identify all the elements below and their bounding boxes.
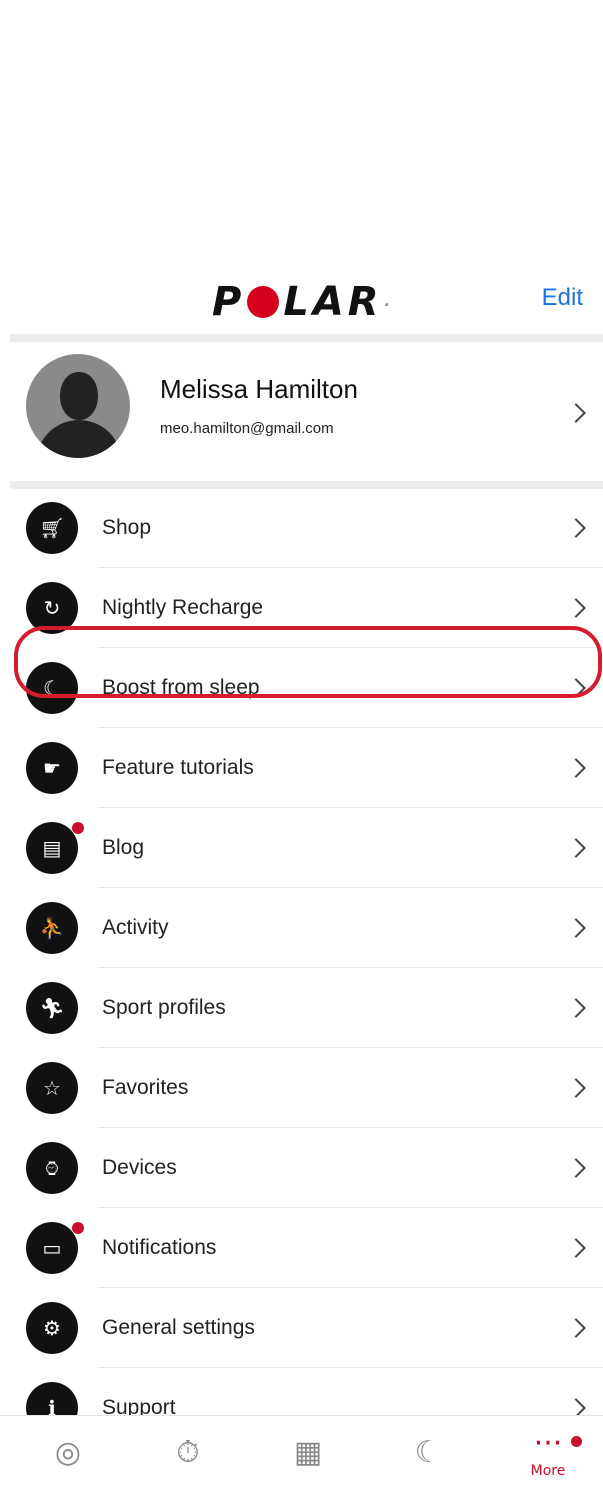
notification-icon: ▭ <box>26 1222 78 1274</box>
chevron-right-icon <box>566 1318 586 1338</box>
menu-item-general-settings[interactable]: ⚙ General settings <box>0 1288 603 1368</box>
profile-email: meo.hamilton@gmail.com <box>160 420 334 437</box>
chevron-right-icon <box>566 1238 586 1258</box>
gear-icon: ⚙ <box>26 1302 78 1354</box>
moon-icon: ☾ <box>414 1434 442 1470</box>
menu-item-sport-profiles[interactable]: 🏃︎ Sport profiles <box>0 968 603 1048</box>
profile-name: Melissa Hamilton <box>160 374 358 404</box>
watch-icon: ⌚︎ <box>26 1142 78 1194</box>
chevron-right-icon <box>566 518 586 538</box>
menu-item-label: Shop <box>102 516 152 539</box>
chevron-right-icon <box>566 998 586 1018</box>
tab-training[interactable]: ⏱︎ <box>128 1416 248 1489</box>
header: P LAR. Edit <box>0 270 603 334</box>
menu-item-blog[interactable]: ▤ Blog <box>0 808 603 888</box>
polar-logo: P LAR. <box>212 279 394 325</box>
chevron-right-icon <box>566 678 586 698</box>
chevron-right-icon <box>566 838 586 858</box>
menu-item-label: Activity <box>102 916 169 939</box>
chevron-right-icon <box>566 403 586 423</box>
menu-item-feature-tutorials[interactable]: ☛ Feature tutorials <box>0 728 603 808</box>
cart-icon: 🛒︎ <box>26 502 78 554</box>
tab-bar: ◎ ⏱︎ ▦ ☾ ··· More <box>0 1415 603 1489</box>
menu-item-shop[interactable]: 🛒︎ Shop <box>0 488 603 568</box>
menu-item-notifications[interactable]: ▭ Notifications <box>0 1208 603 1288</box>
tab-calendar[interactable]: ▦ <box>248 1416 368 1489</box>
menu-item-label: Sport profiles <box>102 996 226 1019</box>
profile-row[interactable]: Melissa Hamilton meo.hamilton@gmail.com <box>0 346 603 482</box>
more-icon: ··· <box>533 1425 563 1461</box>
edit-button[interactable]: Edit <box>542 284 583 312</box>
chevron-right-icon <box>566 1078 586 1098</box>
moon-sparkle-icon: ☾ <box>26 662 78 714</box>
chevron-right-icon <box>566 598 586 618</box>
tab-more[interactable]: ··· More <box>488 1416 603 1489</box>
activity-rings-icon: ◎ <box>54 1434 82 1470</box>
calendar-icon: ▦ <box>293 1434 323 1470</box>
chevron-right-icon <box>566 1158 586 1178</box>
menu-item-label: Devices <box>102 1156 177 1179</box>
notification-badge <box>72 1222 84 1234</box>
avatar <box>26 354 130 458</box>
recharge-icon: ↻ <box>26 582 78 634</box>
menu-item-label: Notifications <box>102 1236 217 1259</box>
menu-item-favorites[interactable]: ☆ Favorites <box>0 1048 603 1128</box>
menu-item-label: Feature tutorials <box>102 756 254 779</box>
menu-item-label: Boost from sleep <box>102 676 260 699</box>
menu-item-activity[interactable]: ⛹ Activity <box>0 888 603 968</box>
notification-badge <box>72 822 84 834</box>
stopwatch-icon: ⏱︎ <box>176 1434 200 1470</box>
divider <box>10 334 603 342</box>
menu-item-devices[interactable]: ⌚︎ Devices <box>0 1128 603 1208</box>
tab-sleep[interactable]: ☾ <box>368 1416 488 1489</box>
star-icon: ☆ <box>26 1062 78 1114</box>
notification-badge <box>571 1436 582 1447</box>
menu-list: 🛒︎ Shop ↻ Nightly Recharge ☾ Boost from … <box>0 488 603 1448</box>
tab-label: More <box>530 1462 566 1479</box>
chevron-right-icon <box>566 758 586 778</box>
menu-item-label: Nightly Recharge <box>102 596 264 619</box>
chevron-right-icon <box>566 918 586 938</box>
running-icon: 🏃︎ <box>26 982 78 1034</box>
menu-item-nightly-recharge[interactable]: ↻ Nightly Recharge <box>0 568 603 648</box>
menu-item-label: General settings <box>102 1316 255 1339</box>
menu-item-label: Blog <box>102 836 145 859</box>
tutorial-icon: ☛ <box>26 742 78 794</box>
menu-item-boost-from-sleep[interactable]: ☾ Boost from sleep <box>0 648 603 728</box>
activity-icon: ⛹ <box>26 902 78 954</box>
chat-icon: ▤ <box>26 822 78 874</box>
tab-activity[interactable]: ◎ <box>8 1416 128 1489</box>
menu-item-label: Favorites <box>102 1076 189 1099</box>
